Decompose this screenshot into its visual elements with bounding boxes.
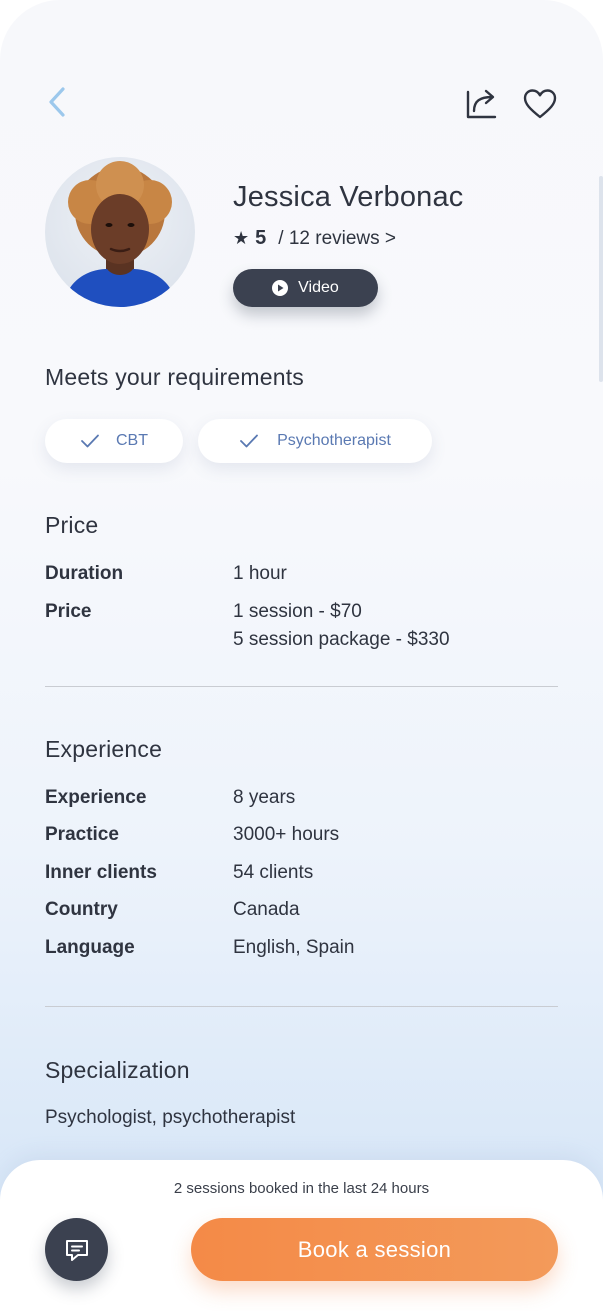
favorite-button[interactable] xyxy=(520,86,560,122)
therapist-name: Jessica Verbonac xyxy=(233,181,464,213)
scrollbar[interactable] xyxy=(599,176,603,382)
booked-note: 2 sessions booked in the last 24 hours xyxy=(173,1180,430,1197)
check-icon xyxy=(81,434,99,448)
book-session-button[interactable]: Book a session xyxy=(191,1218,558,1281)
language-label: Language xyxy=(45,937,135,958)
experience-title: Experience xyxy=(45,736,163,762)
inner-clients-label: Inner clients xyxy=(45,862,157,883)
heart-icon xyxy=(523,89,557,119)
chat-button[interactable] xyxy=(45,1218,108,1281)
divider xyxy=(45,1006,558,1007)
share-button[interactable] xyxy=(462,84,500,124)
rating: ★ 5 / 12 reviews > xyxy=(233,227,396,250)
rating-score: 5 xyxy=(255,227,267,249)
inner-clients-value: 54 clients xyxy=(233,862,314,883)
chat-icon xyxy=(65,1239,88,1261)
country-label: Country xyxy=(45,899,118,920)
price-title: Price xyxy=(45,512,99,538)
chip-label: Psychotherapist xyxy=(277,432,391,449)
back-button[interactable] xyxy=(40,84,74,120)
play-icon xyxy=(272,280,289,296)
divider xyxy=(45,686,558,687)
avatar xyxy=(45,157,195,307)
star-icon: ★ xyxy=(233,228,250,248)
duration-label: Duration xyxy=(45,563,124,584)
avatar-portrait xyxy=(63,161,177,307)
practice-value: 3000+ hours xyxy=(233,824,340,845)
chip-label: CBT xyxy=(116,432,148,449)
specialization-text: Psychologist, psychotherapist xyxy=(45,1107,296,1128)
requirement-chip-cbt: CBT xyxy=(45,419,183,463)
profile-screen: Jessica Verbonac ★ 5 / 12 reviews > Vide… xyxy=(0,0,603,1311)
price-single-value: 1 session - $70 xyxy=(233,601,362,622)
experience-label: Experience xyxy=(45,787,147,808)
requirement-chip-psychotherapist: Psychotherapist xyxy=(198,419,432,463)
duration-value: 1 hour xyxy=(233,563,287,584)
specialization-title: Specialization xyxy=(45,1057,190,1083)
requirements-title: Meets your requirements xyxy=(45,364,304,390)
chevron-left-icon xyxy=(49,87,65,117)
reviews-link[interactable]: / 12 reviews > xyxy=(278,228,396,250)
language-value: English, Spain xyxy=(233,937,355,958)
video-button-label: Video xyxy=(298,279,339,296)
country-value: Canada xyxy=(233,899,300,920)
share-icon xyxy=(466,89,497,119)
price-package-value: 5 session package - $330 xyxy=(233,629,450,650)
price-label: Price xyxy=(45,601,92,622)
experience-value: 8 years xyxy=(233,787,296,808)
practice-label: Practice xyxy=(45,824,119,845)
check-icon xyxy=(240,434,258,448)
video-button[interactable]: Video xyxy=(233,269,378,307)
